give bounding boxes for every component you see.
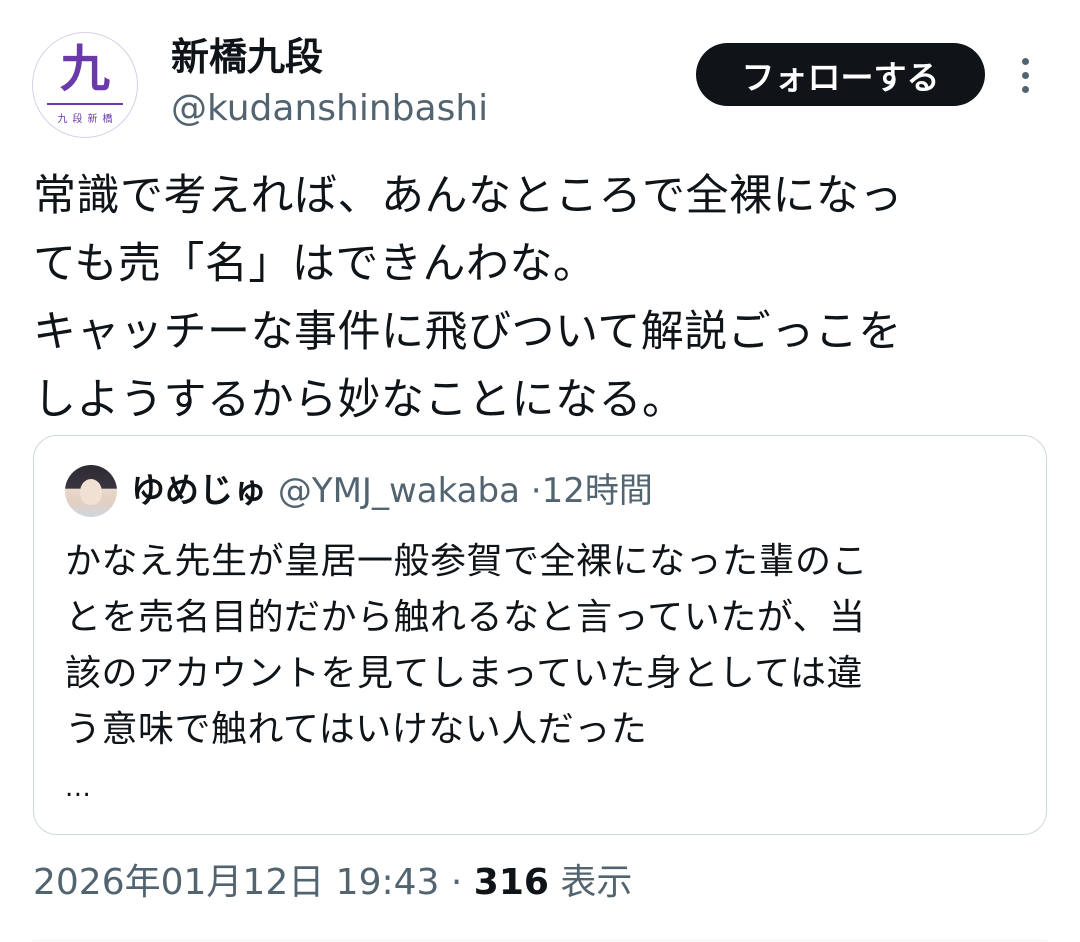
divider	[33, 940, 1047, 941]
author-avatar[interactable]: 九 九段新橋	[32, 32, 138, 138]
tweet-text: 常識で考えれば、あんなところで全裸になっ ても売「名」はできんわな。 キャッチー…	[33, 162, 1043, 434]
views-label: 表示	[560, 862, 633, 903]
tweet-timestamp[interactable]: 2026年01月12日 19:43	[33, 862, 439, 903]
views-count: 316	[473, 862, 549, 903]
follow-button[interactable]: フォローする	[696, 43, 985, 106]
tweet-meta: 2026年01月12日 19:43 · 316 表示	[33, 857, 632, 909]
quote-text-line: かなえ先生が皇居一般参賀で全裸になった輩のこ	[65, 541, 869, 582]
quote-text-line: う意味で触れてはいけない人だった	[65, 709, 648, 750]
avatar-logo-rule	[47, 103, 123, 105]
more-vertical-icon[interactable]	[1012, 56, 1040, 96]
quote-ellipsis: ...	[65, 773, 92, 803]
author-handle[interactable]: @kudanshinbashi	[171, 85, 488, 133]
quote-author-handle[interactable]: @YMJ_wakaba	[278, 471, 520, 511]
avatar-logo-glyph: 九	[60, 40, 110, 98]
quote-time-ago[interactable]: 12時間	[542, 471, 653, 511]
meta-separator: ·	[450, 862, 463, 903]
quote-header: ゆめじゅ @YMJ_wakaba ·12時間	[131, 466, 1026, 516]
author-display-name[interactable]: 新橋九段	[171, 32, 323, 82]
quote-avatar-face	[80, 479, 102, 505]
quote-text-line: とを売名目的だから触れるなと言っていたが、当	[65, 597, 866, 638]
tweet-text-line: しようするから妙なことになる。	[33, 375, 686, 425]
tweet-text-line: キャッチーな事件に飛びついて解説ごっこを	[33, 307, 902, 357]
tweet-text-line: 常識で考えれば、あんなところで全裸になっ	[33, 171, 903, 221]
avatar-logo-subtext: 九段新橋	[57, 114, 118, 125]
quote-author-avatar[interactable]	[65, 465, 117, 517]
quote-separator: ·	[530, 471, 542, 511]
more-dot	[1022, 58, 1029, 65]
more-dot	[1022, 86, 1029, 93]
tweet-text-line: ても売「名」はできんわな。	[33, 239, 597, 289]
quoted-tweet-card[interactable]: ゆめじゅ @YMJ_wakaba ·12時間 かなえ先生が皇居一般参賀で全裸にな…	[33, 435, 1047, 835]
quote-text: かなえ先生が皇居一般参賀で全裸になった輩のこ とを売名目的だから触れるなと言って…	[65, 534, 1025, 818]
quote-text-line: 該のアカウントを見てしまっていた身としては違	[65, 653, 863, 694]
quote-author-display-name[interactable]: ゆめじゅ	[131, 471, 267, 511]
more-dot	[1022, 72, 1029, 79]
